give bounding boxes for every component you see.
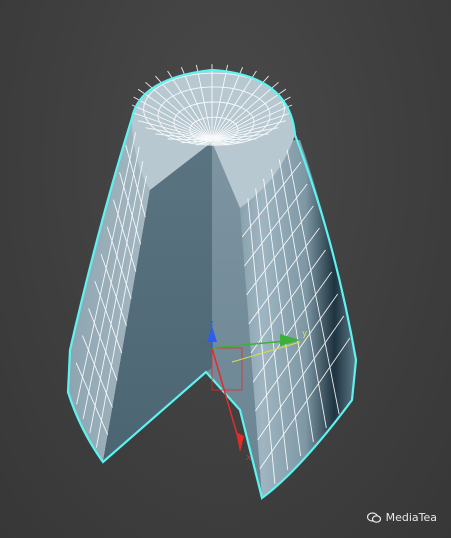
gizmo-x-label: x xyxy=(246,453,252,463)
gizmo-y-label: y xyxy=(302,329,308,339)
gizmo-z-label: z xyxy=(209,319,214,329)
gizmo-x-arrow[interactable] xyxy=(236,432,244,452)
watermark: MediaTea xyxy=(366,511,437,524)
watermark-text: MediaTea xyxy=(385,511,437,524)
wechat-icon xyxy=(366,511,381,524)
viewport-scene[interactable]: x y z xyxy=(0,0,451,538)
3d-viewport[interactable]: x y z MediaTea xyxy=(0,0,451,538)
